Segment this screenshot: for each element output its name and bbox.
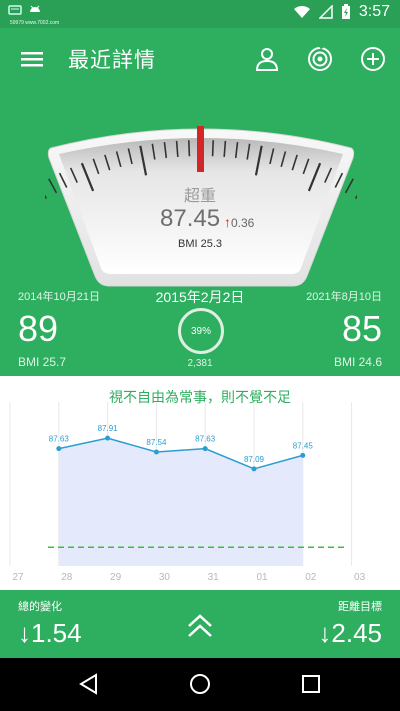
sync-icon[interactable] bbox=[305, 44, 335, 74]
menu-icon[interactable] bbox=[18, 44, 48, 74]
scale-tick bbox=[211, 140, 215, 157]
data-label: 87.63 bbox=[49, 435, 70, 444]
message-icon bbox=[8, 5, 22, 15]
status-tiny-text: 59979 www.7002.com bbox=[10, 20, 60, 26]
android-icon bbox=[30, 5, 40, 12]
arrow-up-icon: ↑ bbox=[224, 214, 231, 230]
data-point[interactable] bbox=[202, 446, 208, 452]
total-change-number: 1.54 bbox=[31, 618, 82, 648]
x-tick-label: 30 bbox=[159, 572, 171, 583]
data-point[interactable] bbox=[300, 452, 306, 458]
target-date: 2021年8月10日 bbox=[306, 291, 382, 303]
battery-charging-icon bbox=[341, 4, 350, 19]
weight-status: 超重 bbox=[183, 186, 216, 205]
weight-delta-value: 0.36 bbox=[231, 216, 255, 230]
x-tick-label: 01 bbox=[256, 572, 268, 583]
home-icon[interactable] bbox=[188, 673, 212, 695]
total-change-label: 總的變化 bbox=[18, 600, 62, 613]
back-icon[interactable] bbox=[78, 673, 100, 695]
x-tick-label: 29 bbox=[110, 572, 122, 583]
scale-needle bbox=[197, 126, 204, 172]
data-point[interactable] bbox=[251, 466, 257, 472]
x-tick-label: 27 bbox=[12, 572, 24, 583]
wifi-icon bbox=[293, 5, 310, 18]
data-label: 87.63 bbox=[195, 435, 216, 444]
page-title: 最近詳情 bbox=[68, 48, 156, 72]
data-label: 87.09 bbox=[244, 455, 265, 464]
target-bmi: BMI 24.6 bbox=[333, 355, 382, 369]
weight-delta: ↑0.36 bbox=[224, 214, 254, 230]
distance-to-goal-number: 2.45 bbox=[331, 618, 382, 648]
motivational-quote: 視不自由為常事，則不覺不足 bbox=[109, 390, 291, 406]
clock: 3:57 bbox=[358, 3, 390, 20]
current-bmi: BMI 25.3 bbox=[177, 238, 223, 250]
add-icon[interactable] bbox=[358, 44, 388, 74]
x-tick-label: 28 bbox=[61, 572, 73, 583]
profile-icon[interactable] bbox=[252, 44, 282, 74]
data-point[interactable] bbox=[153, 449, 159, 455]
x-tick-label: 02 bbox=[305, 572, 317, 583]
target-weight: 85 bbox=[341, 308, 382, 349]
distance-to-goal-label: 距離目標 bbox=[338, 600, 382, 613]
data-label: 87.54 bbox=[146, 438, 167, 447]
data-point[interactable] bbox=[56, 446, 62, 452]
recents-icon[interactable] bbox=[300, 673, 322, 695]
scale-tick bbox=[187, 140, 191, 157]
start-weight: 89 bbox=[18, 308, 59, 349]
expand-up-icon[interactable] bbox=[185, 612, 215, 640]
start-bmi: BMI 25.7 bbox=[18, 355, 67, 369]
data-label: 87.91 bbox=[98, 424, 119, 433]
signal-icon bbox=[318, 5, 333, 19]
current-weight: 87.45 bbox=[160, 205, 221, 232]
distance-to-goal-value: ↓2.45 bbox=[318, 618, 382, 649]
progress-percent: 39% bbox=[190, 325, 211, 337]
data-point[interactable] bbox=[105, 435, 111, 441]
app-bar: 最近詳情 bbox=[0, 28, 400, 90]
data-label: 87.45 bbox=[293, 441, 314, 450]
weight-chart[interactable]: 87.63 87.91 87.54 87.63 87.09 87.45 27 28 29 30 31… bbox=[0, 376, 400, 590]
status-bar: 59979 www.7002.com 3:57 bbox=[0, 0, 400, 28]
total-change-value: ↓1.54 bbox=[18, 618, 82, 649]
x-tick-label: 31 bbox=[208, 572, 220, 583]
arrow-down-icon: ↓ bbox=[318, 618, 332, 648]
arrow-down-icon: ↓ bbox=[18, 618, 31, 648]
x-tick-label: 03 bbox=[354, 572, 366, 583]
progress-ring[interactable]: 39% bbox=[178, 308, 224, 354]
